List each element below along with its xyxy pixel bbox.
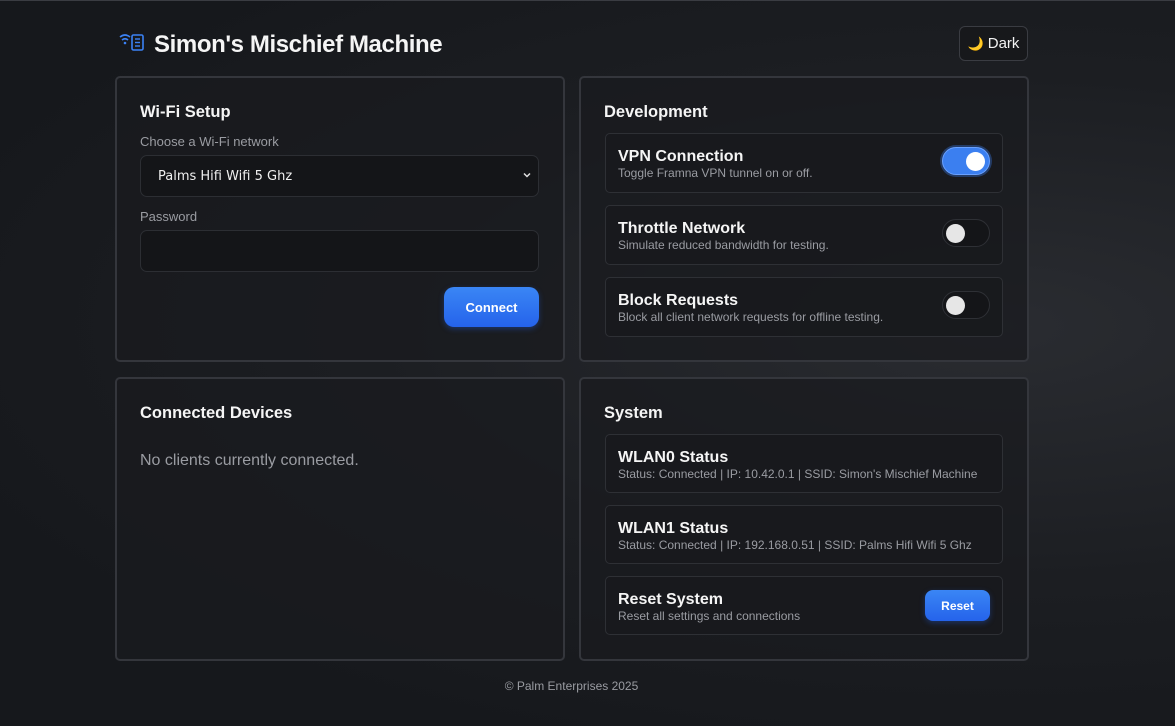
vpn-connection-row: VPN Connection Toggle Framna VPN tunnel … [605,133,1003,193]
network-select-value: Palms Hifi Wifi 5 Ghz [158,168,293,184]
row-description: Status: Connected | IP: 192.168.0.51 | S… [618,538,972,552]
row-title: WLAN0 Status [618,449,729,466]
row-title: VPN Connection [618,148,744,165]
moon-icon: 🌙 [967,35,984,51]
row-title: Throttle Network [618,220,746,237]
empty-state-message: No clients currently connected. [140,452,359,469]
card-title: Wi-Fi Setup [140,103,231,121]
row-description: Simulate reduced bandwidth for testing. [618,238,829,252]
password-input[interactable] [140,230,539,272]
row-description: Toggle Framna VPN tunnel on or off. [618,166,813,180]
wifi-setup-card: Wi-Fi Setup Choose a Wi-Fi network Palms… [115,76,565,362]
wlan0-status-row: WLAN0 Status Status: Connected | IP: 10.… [605,434,1003,493]
network-select[interactable]: Palms Hifi Wifi 5 Ghz [140,155,539,197]
wifi-router-icon [119,34,144,51]
toggle-knob [946,224,965,243]
connect-button[interactable]: Connect [444,287,539,327]
network-label: Choose a Wi-Fi network [140,134,279,149]
row-title: Reset System [618,591,723,608]
throttle-network-row: Throttle Network Simulate reduced bandwi… [605,205,1003,265]
toggle-knob [966,152,985,171]
connected-devices-card: Connected Devices No clients currently c… [115,377,565,661]
password-label: Password [140,209,198,224]
development-card: Development VPN Connection Toggle Framna… [579,76,1029,362]
row-description: Status: Connected | IP: 10.42.0.1 | SSID… [618,467,978,481]
chevron-down-icon [523,172,531,178]
system-card: System WLAN0 Status Status: Connected | … [579,377,1029,661]
row-title: WLAN1 Status [618,520,729,537]
theme-toggle-button[interactable]: 🌙 Dark [959,26,1028,61]
app-header: Simon's Mischief Machine 🌙 Dark [117,26,1028,62]
page-title: Simon's Mischief Machine [154,31,443,58]
card-title: Connected Devices [140,404,293,422]
row-title: Block Requests [618,292,739,309]
row-description: Reset all settings and connections [618,609,801,623]
block-requests-toggle[interactable] [942,291,990,319]
reset-system-row: Reset System Reset all settings and conn… [605,576,1003,635]
reset-button[interactable]: Reset [925,590,990,621]
wlan1-status-row: WLAN1 Status Status: Connected | IP: 192… [605,505,1003,564]
toggle-knob [946,296,965,315]
throttle-toggle[interactable] [942,219,990,247]
row-description: Block all client network requests for of… [618,310,884,324]
footer-copyright: © Palm Enterprises 2025 [504,679,639,693]
card-title: Development [604,103,708,121]
block-requests-row: Block Requests Block all client network … [605,277,1003,337]
card-title: System [604,404,663,422]
theme-toggle-label: Dark [987,35,1020,52]
vpn-toggle[interactable] [942,147,990,175]
